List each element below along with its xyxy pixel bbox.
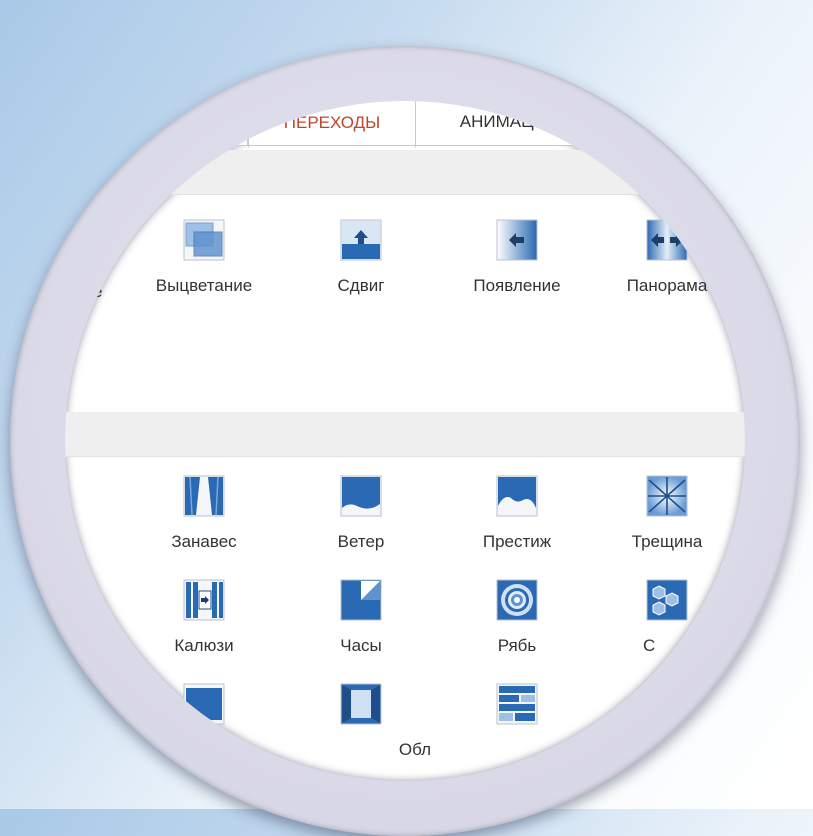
transition-doors-label: Обл [398, 740, 431, 759]
tab-transitions-label: ПЕРЕХОДЫ [283, 113, 381, 132]
tab-previous[interactable] [120, 102, 248, 146]
transition-split[interactable]: Панорама [597, 218, 737, 296]
tab-divider [65, 145, 745, 146]
tab-animation-label: АНИМАЦИЯ [459, 112, 559, 131]
transition-ripple-label: Рябь [497, 636, 537, 655]
transition-clock-label: Часы [340, 636, 382, 655]
transition-blinds[interactable]: Калюзи [134, 578, 274, 656]
transition-prestige[interactable]: Престиж [447, 474, 587, 552]
wind-icon [339, 474, 383, 518]
tab-transitions[interactable]: ПЕРЕХОДЫ [248, 101, 416, 148]
transition-curtains-label: Занавес [171, 532, 237, 551]
fade-icon [182, 218, 226, 262]
push-icon [339, 218, 383, 262]
transition-wind-label: Ветер [337, 532, 385, 551]
transition-wind[interactable]: Ветер [291, 474, 431, 552]
wipe-icon [495, 218, 539, 262]
doors-icon [339, 682, 383, 726]
ripple-icon [495, 578, 539, 622]
transition-push-label: Сдвиг [337, 276, 385, 295]
transition-clock[interactable]: Часы [291, 578, 431, 656]
transition-cube[interactable] [134, 682, 274, 740]
gallery-section-header-subtle [65, 150, 745, 195]
split-icon [645, 218, 689, 262]
transition-ripple[interactable]: Рябь [447, 578, 587, 656]
shatter-icon [645, 474, 689, 518]
transition-honeycomb-label: С [643, 636, 656, 655]
magnifier-lens: ПЕРЕХОДЫ АНИМАЦИЯ е Выцветание Сдвиг Поя… [65, 101, 745, 781]
transition-wipe-label: Появление [473, 276, 561, 295]
honeycomb-icon [645, 578, 689, 622]
transition-shatter-label: Трещина [631, 532, 703, 551]
transition-split-label: Панорама [626, 276, 708, 295]
tab-animation[interactable]: АНИМАЦИЯ [420, 101, 598, 146]
transition-box[interactable] [447, 682, 587, 740]
transition-shatter[interactable]: Трещина [597, 474, 737, 552]
box-icon [495, 682, 539, 726]
transition-blinds-label: Калюзи [174, 636, 234, 655]
transition-doors[interactable]: Обл [291, 682, 431, 760]
transition-fade[interactable]: Выцветание [134, 218, 274, 296]
transition-wipe[interactable]: Появление [447, 218, 587, 296]
transition-fade-label: Выцветание [155, 276, 253, 295]
transition-prestige-label: Престиж [482, 532, 552, 551]
transition-push[interactable]: Сдвиг [291, 218, 431, 296]
prestige-icon [495, 474, 539, 518]
gallery-section-header [65, 412, 745, 457]
transition-honeycomb[interactable]: С [597, 578, 737, 656]
curtains-icon [182, 474, 226, 518]
blinds-icon [182, 578, 226, 622]
ribbon-content: ПЕРЕХОДЫ АНИМАЦИЯ е Выцветание Сдвиг Поя… [65, 101, 745, 781]
clock-icon [339, 578, 383, 622]
transition-curtains[interactable]: Занавес [134, 474, 274, 552]
cube-icon [182, 682, 226, 726]
partial-item-label: е [93, 282, 103, 301]
